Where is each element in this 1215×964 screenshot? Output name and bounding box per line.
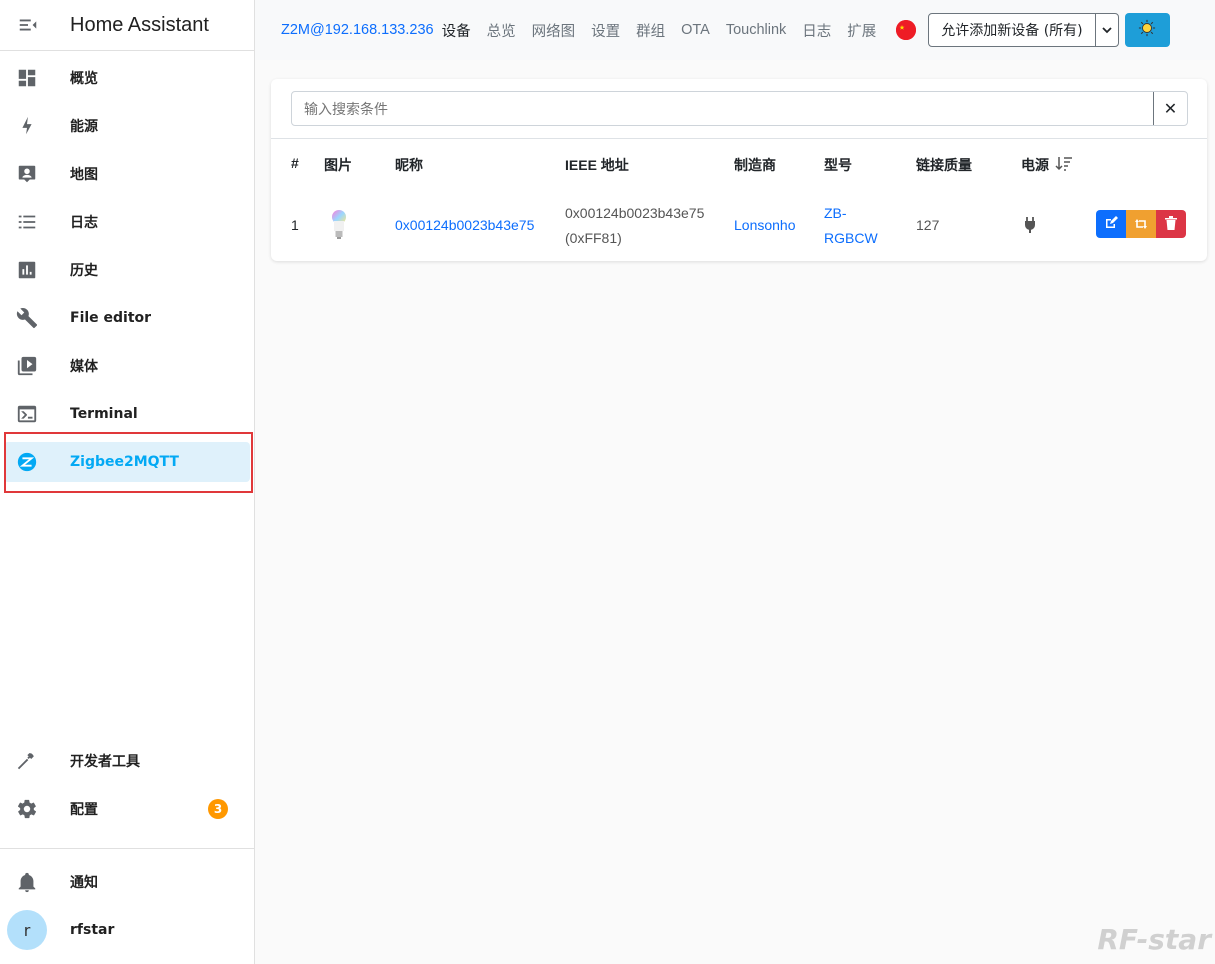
sidebar-item-developer-tools[interactable]: 开发者工具	[4, 741, 250, 781]
sidebar-item-terminal[interactable]: Terminal	[4, 394, 250, 434]
language-flag-icon[interactable]	[896, 20, 917, 40]
console-icon	[4, 403, 50, 425]
nav-logs[interactable]: 日志	[802, 20, 831, 41]
devices-card: ✕ # 图片 昵称 IEEE 地址 制造商 型号 链接质量 电源 1 0x001…	[271, 79, 1207, 261]
row-actions	[1096, 210, 1186, 238]
col-header-image[interactable]: 图片	[324, 155, 352, 175]
sidebar-item-media[interactable]: 媒体	[4, 346, 250, 386]
wrench-icon	[4, 307, 50, 329]
cell-lqi: 127	[916, 217, 940, 233]
sidebar-item-config[interactable]: 配置 3	[4, 789, 250, 829]
sidebar-item-label: File editor	[70, 310, 152, 326]
remove-button[interactable]	[1156, 210, 1186, 238]
nav-touchlink[interactable]: Touchlink	[726, 22, 786, 38]
bell-icon	[4, 871, 50, 893]
sidebar-divider	[0, 848, 254, 849]
sidebar-item-label: 地图	[70, 167, 98, 183]
sun-icon	[1138, 19, 1156, 41]
gear-icon	[4, 798, 50, 820]
nav-devices[interactable]: 设备	[442, 20, 471, 41]
search-input[interactable]	[292, 92, 1154, 125]
sidebar: Home Assistant 概览 能源 地图 日志 历史 File edito…	[0, 0, 255, 964]
chevron-down-icon[interactable]	[1096, 14, 1118, 46]
sidebar-item-user[interactable]: r rfstar	[4, 910, 250, 950]
sidebar-item-label: 媒体	[70, 359, 98, 375]
menu-collapse-icon[interactable]	[0, 14, 56, 36]
plug-icon	[1024, 217, 1036, 237]
cell-ieee: 0x00124b0023b43e75	[565, 205, 705, 221]
app-title: Home Assistant	[70, 13, 209, 36]
table-header-divider	[271, 138, 1207, 139]
sort-desc-icon[interactable]	[1055, 156, 1073, 176]
nav-map[interactable]: 网络图	[532, 20, 576, 41]
hammer-icon	[4, 750, 50, 772]
sidebar-item-notifications[interactable]: 通知	[4, 862, 250, 902]
cell-ieee-short: (0xFF81)	[565, 230, 622, 246]
device-nickname-link[interactable]: 0x00124b0023b43e75	[395, 213, 534, 237]
sidebar-item-label: 概览	[70, 71, 98, 87]
sidebar-item-label: 开发者工具	[70, 754, 140, 770]
z2m-navbar: Z2M@192.168.133.236 设备 总览 网络图 设置 群组 OTA …	[255, 0, 1215, 60]
col-header-num[interactable]: #	[291, 155, 299, 171]
rf-star-watermark: RF-star	[1097, 923, 1211, 956]
permit-join-button[interactable]: 允许添加新设备 (所有)	[928, 13, 1119, 47]
theme-toggle-button[interactable]	[1124, 13, 1170, 47]
col-header-nickname[interactable]: 昵称	[395, 155, 423, 175]
search-bar: ✕	[291, 91, 1188, 126]
sidebar-item-energy[interactable]: 能源	[4, 106, 250, 146]
play-box-icon	[4, 355, 50, 377]
avatar: r	[7, 910, 47, 950]
sidebar-item-history[interactable]: 历史	[4, 250, 250, 290]
model-link-line2[interactable]: RGBCW	[824, 226, 878, 250]
col-header-manufacturer[interactable]: 制造商	[734, 155, 776, 175]
z2m-brand-link[interactable]: Z2M@192.168.133.236	[281, 22, 434, 38]
manufacturer-link[interactable]: Lonsonho	[734, 213, 796, 237]
sidebar-item-label: 能源	[70, 119, 98, 135]
nav-groups[interactable]: 群组	[636, 20, 665, 41]
nav-ota[interactable]: OTA	[681, 22, 710, 38]
sidebar-item-label: 历史	[70, 263, 98, 279]
edit-button[interactable]	[1096, 210, 1126, 238]
col-header-model[interactable]: 型号	[824, 155, 852, 175]
cell-num: 1	[291, 217, 299, 233]
close-icon: ✕	[1163, 99, 1178, 118]
sidebar-item-file-editor[interactable]: File editor	[4, 298, 250, 338]
sidebar-item-label: 通知	[70, 875, 98, 891]
nav-settings[interactable]: 设置	[591, 20, 620, 41]
retweet-icon	[1134, 215, 1148, 234]
sidebar-item-label: Terminal	[70, 406, 138, 422]
sidebar-item-map[interactable]: 地图	[4, 154, 250, 194]
reconfigure-button[interactable]	[1126, 210, 1156, 238]
nav-dashboard[interactable]: 总览	[487, 20, 516, 41]
trash-icon	[1165, 215, 1177, 234]
nav-extensions[interactable]: 扩展	[847, 20, 876, 41]
permit-join-label[interactable]: 允许添加新设备 (所有)	[929, 14, 1096, 46]
list-icon	[4, 211, 50, 233]
sidebar-item-overview[interactable]: 概览	[4, 58, 250, 98]
account-box-icon	[4, 163, 50, 185]
sidebar-item-label: 日志	[70, 215, 98, 231]
bulb-image	[331, 209, 347, 245]
sidebar-item-label: 配置	[70, 802, 98, 818]
clear-search-button[interactable]: ✕	[1154, 92, 1187, 125]
config-badge: 3	[208, 799, 228, 819]
sidebar-item-logbook[interactable]: 日志	[4, 202, 250, 242]
avatar-wrap: r	[4, 910, 50, 950]
col-header-lqi[interactable]: 链接质量	[916, 155, 972, 175]
col-header-power[interactable]: 电源	[1021, 155, 1049, 175]
sidebar-item-label: rfstar	[70, 922, 115, 938]
col-header-ieee[interactable]: IEEE 地址	[565, 155, 629, 175]
highlight-box	[4, 432, 253, 493]
sidebar-header: Home Assistant	[0, 0, 254, 51]
edit-icon	[1104, 215, 1118, 234]
lightning-icon	[4, 115, 50, 137]
z2m-nav: Z2M@192.168.133.236 设备 总览 网络图 设置 群组 OTA …	[255, 13, 1170, 47]
chart-bar-icon	[4, 259, 50, 281]
model-link-line1[interactable]: ZB-	[824, 201, 847, 225]
dashboard-icon	[4, 67, 50, 89]
